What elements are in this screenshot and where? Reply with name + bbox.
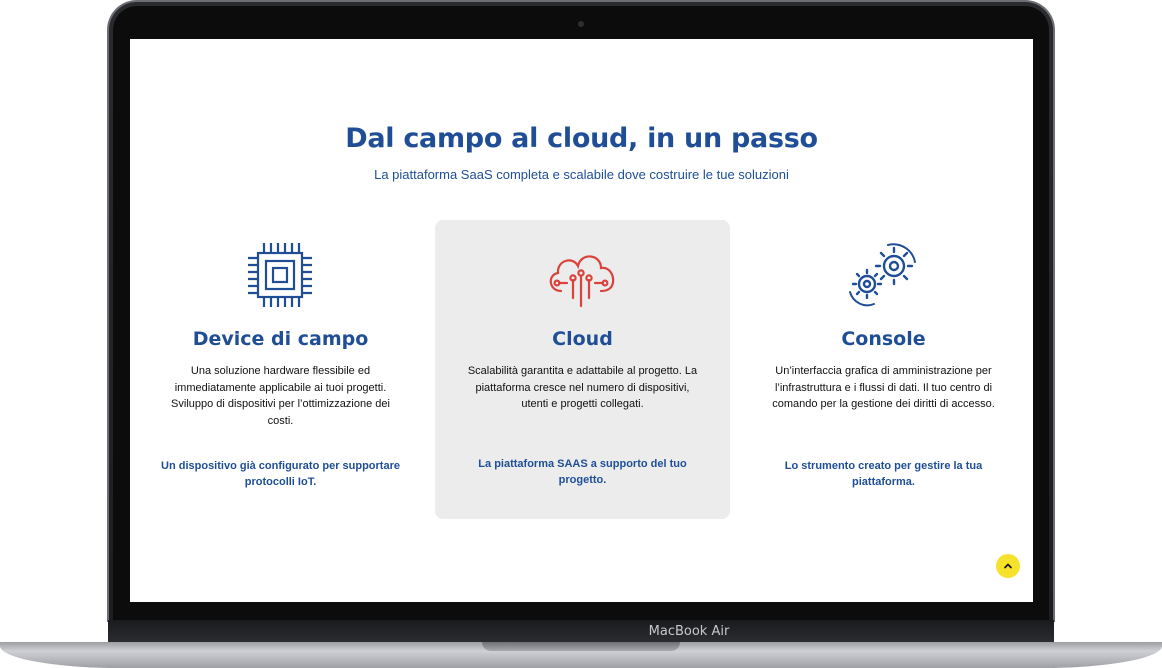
screen: Dal campo al cloud, in un passo La piatt… — [130, 39, 1033, 602]
card-description: Una soluzione hardware flessibile ed imm… — [171, 365, 390, 427]
laptop-base: MacBook Air — [0, 620, 1162, 668]
keyboard-deck: MacBook Air — [108, 620, 1054, 642]
card-cloud[interactable]: Cloud Scalabilità garantita e adattabile… — [435, 220, 730, 519]
card-title: Cloud — [552, 328, 613, 350]
chip-icon — [241, 236, 319, 314]
device-label: MacBook Air — [648, 624, 730, 639]
cloud-circuit-icon — [543, 236, 621, 314]
card-description: Scalabilità garantita e adattabile al pr… — [467, 365, 698, 410]
card-console[interactable]: Console Un’interfaccia grafica di ammini… — [736, 220, 1031, 519]
card-device[interactable]: Device di campo Una soluzione hardware f… — [133, 220, 428, 519]
card-link[interactable]: La piattaforma SAAS a supporto del tuo p… — [463, 456, 702, 488]
card-link[interactable]: Lo strumento creato per gestire la tua p… — [764, 458, 1003, 490]
camera-icon — [578, 21, 584, 27]
lid-opening-notch — [482, 642, 680, 651]
card-description: Un’interfaccia grafica di amministrazion… — [772, 365, 995, 410]
chevron-up-icon — [1004, 563, 1012, 569]
card-title: Device di campo — [192, 328, 369, 350]
page-subtitle: La piattaforma SaaS completa e scalabile… — [374, 167, 789, 182]
card-title: Console — [841, 328, 926, 350]
scroll-to-top-button[interactable] — [996, 554, 1020, 578]
gears-icon — [844, 236, 922, 314]
page-title: Dal campo al cloud, in un passo — [345, 123, 818, 154]
card-link[interactable]: Un dispositivo già configurato per suppo… — [161, 458, 400, 490]
